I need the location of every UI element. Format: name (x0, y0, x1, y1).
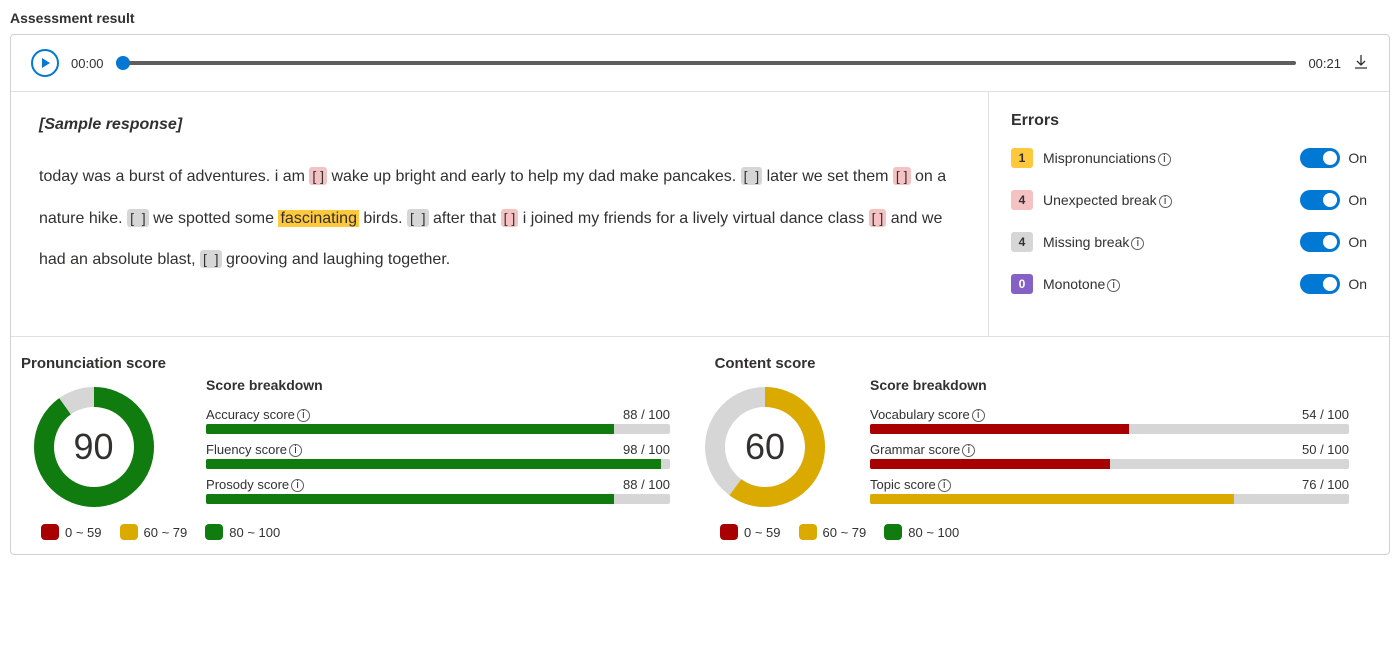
unexpected-break-icon: [ ] (869, 209, 887, 227)
audio-player: 00:00 00:21 (11, 35, 1389, 92)
missing-break-icon: [ ] (407, 209, 429, 227)
score-value: 60 (700, 382, 830, 512)
info-icon[interactable]: i (1159, 195, 1172, 208)
error-row: 1 Mispronunciationsi On (1011, 148, 1367, 168)
legend-item: 80 ~ 100 (205, 524, 280, 540)
transcript-panel: [Sample response] today was a burst of a… (11, 92, 989, 336)
score-bar-row: Topic scorei 76 / 100 (870, 477, 1349, 504)
bar-track (206, 424, 670, 434)
error-toggle[interactable] (1300, 232, 1340, 252)
bar-value: 88 / 100 (623, 407, 670, 422)
toggle-state-label: On (1348, 192, 1367, 208)
error-row: 4 Missing breaki On (1011, 232, 1367, 252)
error-label: Mispronunciationsi (1043, 150, 1300, 166)
bar-label: Fluency scorei (206, 442, 302, 457)
info-icon[interactable]: i (289, 444, 302, 457)
score-value: 90 (29, 382, 159, 512)
missing-break-icon: [ ] (741, 167, 763, 185)
toggle-state-label: On (1348, 276, 1367, 292)
sample-response-label: [Sample response] (39, 116, 960, 134)
error-count-badge: 4 (1011, 232, 1033, 252)
toggle-state-label: On (1348, 234, 1367, 250)
bar-value: 98 / 100 (623, 442, 670, 457)
progress-thumb[interactable] (116, 56, 130, 70)
bar-label: Prosody scorei (206, 477, 304, 492)
error-count-badge: 0 (1011, 274, 1033, 294)
bar-track (206, 494, 670, 504)
info-icon[interactable]: i (962, 444, 975, 457)
score-block: Pronunciation score 90 Score breakdown A… (21, 355, 700, 540)
info-icon[interactable]: i (291, 479, 304, 492)
unexpected-break-icon: [ ] (501, 209, 519, 227)
bar-label: Vocabulary scorei (870, 407, 985, 422)
time-total: 00:21 (1308, 56, 1341, 71)
error-label: Monotonei (1043, 276, 1300, 292)
info-icon[interactable]: i (1131, 237, 1144, 250)
assessment-card: 00:00 00:21 [Sample response] today was … (10, 34, 1390, 555)
errors-title: Errors (1011, 112, 1367, 130)
info-icon[interactable]: i (1107, 279, 1120, 292)
bar-track (870, 459, 1349, 469)
missing-break-icon: [ ] (200, 250, 222, 268)
info-icon[interactable]: i (972, 409, 985, 422)
info-icon[interactable]: i (297, 409, 310, 422)
bar-track (870, 494, 1349, 504)
bar-label: Grammar scorei (870, 442, 975, 457)
score-title: Content score (715, 355, 816, 372)
unexpected-break-icon: [ ] (309, 167, 327, 185)
bar-value: 50 / 100 (1302, 442, 1349, 457)
score-bar-row: Accuracy scorei 88 / 100 (206, 407, 670, 434)
progress-slider[interactable] (116, 53, 1297, 73)
error-toggle[interactable] (1300, 148, 1340, 168)
page-title: Assessment result (10, 10, 1390, 26)
legend-item: 60 ~ 79 (799, 524, 867, 540)
download-icon[interactable] (1353, 54, 1369, 73)
score-legend: 0 ~ 59 60 ~ 79 80 ~ 100 (41, 524, 700, 540)
score-legend: 0 ~ 59 60 ~ 79 80 ~ 100 (720, 524, 1379, 540)
missing-break-icon: [ ] (127, 209, 149, 227)
bar-label: Accuracy scorei (206, 407, 310, 422)
info-icon[interactable]: i (1158, 153, 1171, 166)
errors-panel: Errors 1 Mispronunciationsi On 4 Unexpec… (989, 92, 1389, 336)
score-breakdown: Score breakdown Accuracy scorei 88 / 100… (206, 355, 700, 512)
breakdown-title: Score breakdown (206, 377, 670, 393)
transcript-text: today was a burst of adventures. i am [ … (39, 156, 960, 281)
error-row: 4 Unexpected breaki On (1011, 190, 1367, 210)
legend-item: 0 ~ 59 (41, 524, 102, 540)
scores-row: Pronunciation score 90 Score breakdown A… (11, 336, 1389, 554)
score-bar-row: Vocabulary scorei 54 / 100 (870, 407, 1349, 434)
bar-track (870, 424, 1349, 434)
error-count-badge: 1 (1011, 148, 1033, 168)
info-icon[interactable]: i (938, 479, 951, 492)
score-bar-row: Grammar scorei 50 / 100 (870, 442, 1349, 469)
error-label: Missing breaki (1043, 234, 1300, 250)
bar-value: 76 / 100 (1302, 477, 1349, 492)
bar-value: 88 / 100 (623, 477, 670, 492)
unexpected-break-icon: [ ] (893, 167, 911, 185)
play-button[interactable] (31, 49, 59, 77)
time-current: 00:00 (71, 56, 104, 71)
bar-value: 54 / 100 (1302, 407, 1349, 422)
score-donut: 90 (29, 382, 159, 512)
bar-track (206, 459, 670, 469)
score-title: Pronunciation score (21, 355, 166, 372)
legend-item: 0 ~ 59 (720, 524, 781, 540)
breakdown-title: Score breakdown (870, 377, 1349, 393)
error-label: Unexpected breaki (1043, 192, 1300, 208)
score-breakdown: Score breakdown Vocabulary scorei 54 / 1… (870, 355, 1379, 512)
legend-item: 80 ~ 100 (884, 524, 959, 540)
error-toggle[interactable] (1300, 190, 1340, 210)
error-toggle[interactable] (1300, 274, 1340, 294)
bar-label: Topic scorei (870, 477, 951, 492)
score-donut: 60 (700, 382, 830, 512)
mispronunciation-mark[interactable]: fascinating (278, 210, 359, 227)
score-block: Content score 60 Score breakdown Vocabul… (700, 355, 1379, 540)
error-count-badge: 4 (1011, 190, 1033, 210)
toggle-state-label: On (1348, 150, 1367, 166)
score-bar-row: Fluency scorei 98 / 100 (206, 442, 670, 469)
error-row: 0 Monotonei On (1011, 274, 1367, 294)
legend-item: 60 ~ 79 (120, 524, 188, 540)
score-bar-row: Prosody scorei 88 / 100 (206, 477, 670, 504)
